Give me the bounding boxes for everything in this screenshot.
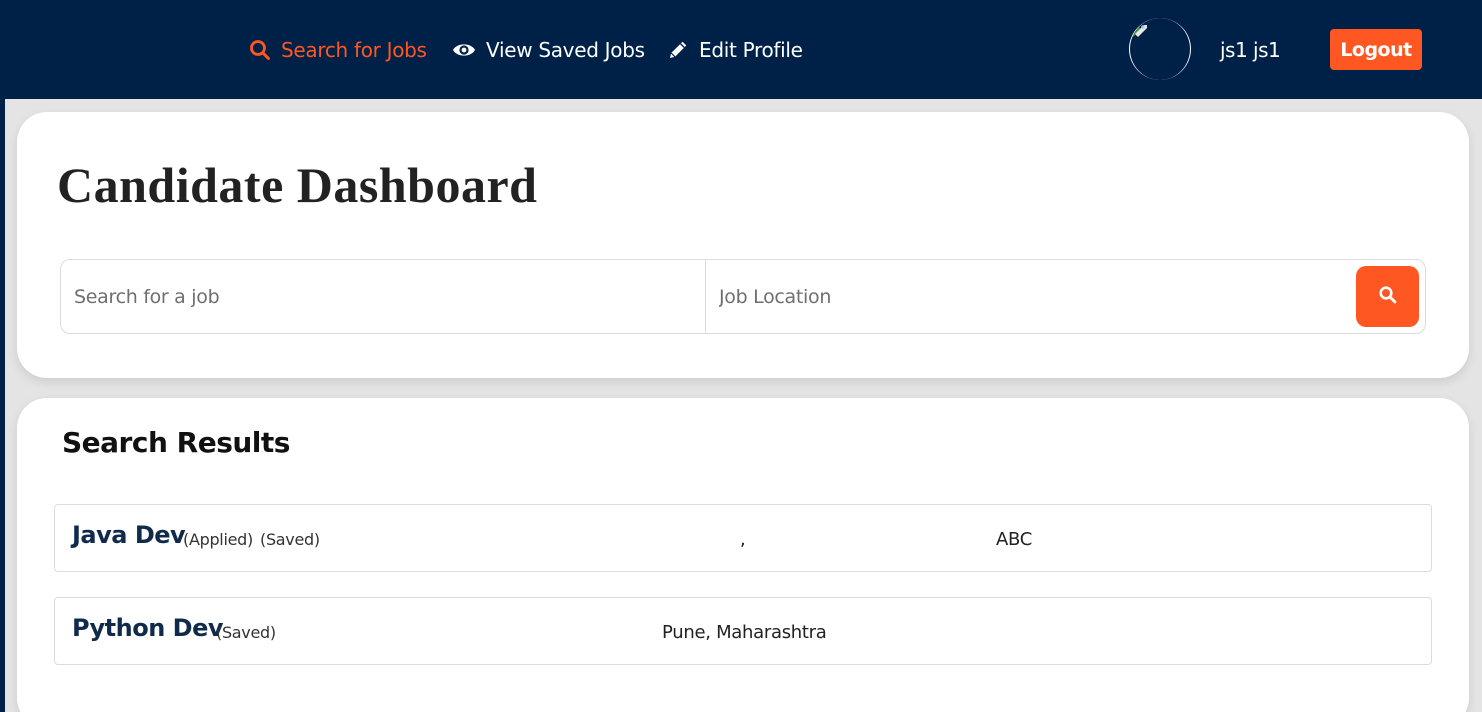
- search-icon: [249, 39, 271, 61]
- avatar[interactable]: [1129, 18, 1191, 80]
- page-title: Candidate Dashboard: [57, 157, 538, 213]
- dashboard-card: Candidate Dashboard: [17, 112, 1469, 378]
- nav-view-saved-jobs[interactable]: View Saved Jobs: [452, 36, 645, 64]
- search-results-card: Search Results Java Dev (Applied) (Saved…: [17, 398, 1469, 712]
- job-location: Pune, Maharashtra: [662, 622, 827, 643]
- section-title: Search Results: [62, 426, 290, 459]
- saved-tag: (Saved): [216, 623, 276, 642]
- company-name: ABC: [996, 529, 1033, 550]
- nav-search-jobs[interactable]: Search for Jobs: [249, 36, 427, 64]
- nav-search-jobs-label: Search for Jobs: [281, 38, 427, 62]
- applied-tag: (Applied): [183, 530, 253, 549]
- job-result-row[interactable]: Java Dev (Applied) (Saved) , ABC: [54, 504, 1432, 572]
- user-name: js1 js1: [1220, 38, 1281, 62]
- search-icon: [1378, 285, 1398, 308]
- nav-edit-profile[interactable]: Edit Profile: [667, 36, 803, 64]
- job-title[interactable]: Python Dev: [72, 614, 224, 642]
- nav-view-saved-jobs-label: View Saved Jobs: [486, 38, 645, 62]
- job-result-row[interactable]: Python Dev (Saved) Pune, Maharashtra: [54, 597, 1432, 665]
- broken-image-icon: [1132, 22, 1148, 38]
- nav-edit-profile-label: Edit Profile: [699, 38, 803, 62]
- eye-icon: [452, 41, 476, 59]
- saved-tag: (Saved): [260, 530, 320, 549]
- search-bar: [60, 259, 1426, 334]
- job-title[interactable]: Java Dev: [72, 521, 186, 549]
- top-navbar: Search for Jobs View Saved Jobs Edit Pro…: [0, 0, 1482, 99]
- pencil-icon: [667, 39, 689, 61]
- logout-button[interactable]: Logout: [1330, 29, 1422, 70]
- job-search-input[interactable]: [61, 260, 706, 333]
- search-button[interactable]: [1356, 266, 1419, 327]
- left-edge-strip: [0, 99, 5, 712]
- job-location-input[interactable]: [706, 260, 1356, 333]
- job-location: ,: [740, 529, 746, 550]
